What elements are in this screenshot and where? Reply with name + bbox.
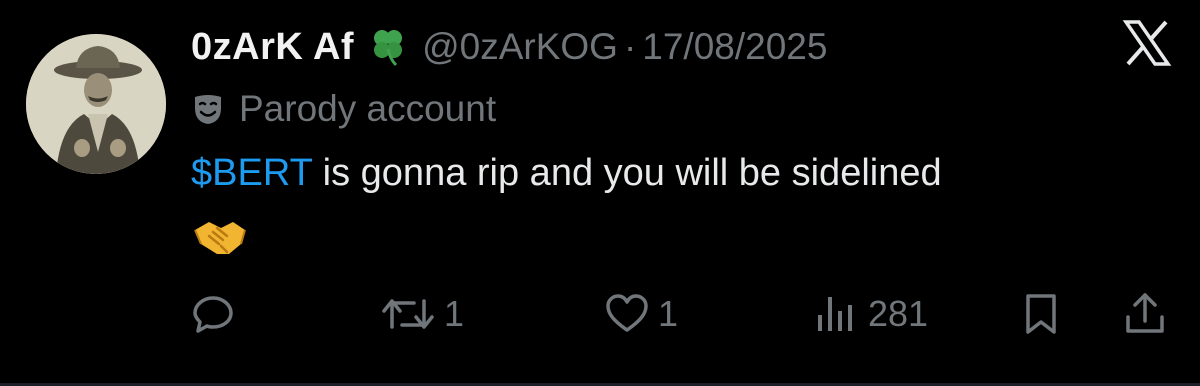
avatar[interactable] [26,34,166,174]
retweet-button[interactable]: 1 [380,286,464,342]
views-count: 281 [868,293,929,334]
like-button[interactable]: 1 [604,286,678,342]
theater-mask-icon [191,92,225,126]
parody-label-text: Parody account [239,88,497,129]
parody-label: Parody account [191,86,496,132]
separator-dot: · [623,26,637,67]
tweet-date[interactable]: 17/08/2025 [642,26,827,68]
like-count: 1 [658,293,679,334]
retweet-icon [380,291,436,337]
avatar-photo [26,34,166,174]
user-handle[interactable]: @0zArKOG [422,26,618,68]
heart-icon [604,291,650,337]
bookmark-button[interactable] [1018,286,1064,342]
views-chart-icon [814,291,860,337]
tweet-text: $BERT is gonna rip and you will be sidel… [191,148,942,198]
bookmark-icon [1018,291,1064,337]
retweet-count: 1 [444,293,465,334]
tweet-header: 0zArK Af @0zArKOG · 17/08/2025 [191,22,827,72]
share-button[interactable] [1122,286,1168,342]
share-icon [1122,291,1168,337]
views-button[interactable]: 281 [814,286,928,342]
x-logo[interactable] [1122,18,1172,68]
reply-icon [190,291,236,337]
cashtag-link[interactable]: $BERT [191,152,312,194]
tweet-actions: 1 1 281 [0,286,1200,342]
four-leaf-clover-icon [368,27,408,67]
handshake-emoji [191,214,249,260]
tweet-card[interactable]: 0zArK Af @0zArKOG · 17/08/2025 Parody ac… [0,0,1200,386]
display-name[interactable]: 0zArK Af [191,26,354,69]
reply-button[interactable] [190,286,236,342]
tweet-text-body: is gonna rip and you will be sidelined [312,152,942,194]
